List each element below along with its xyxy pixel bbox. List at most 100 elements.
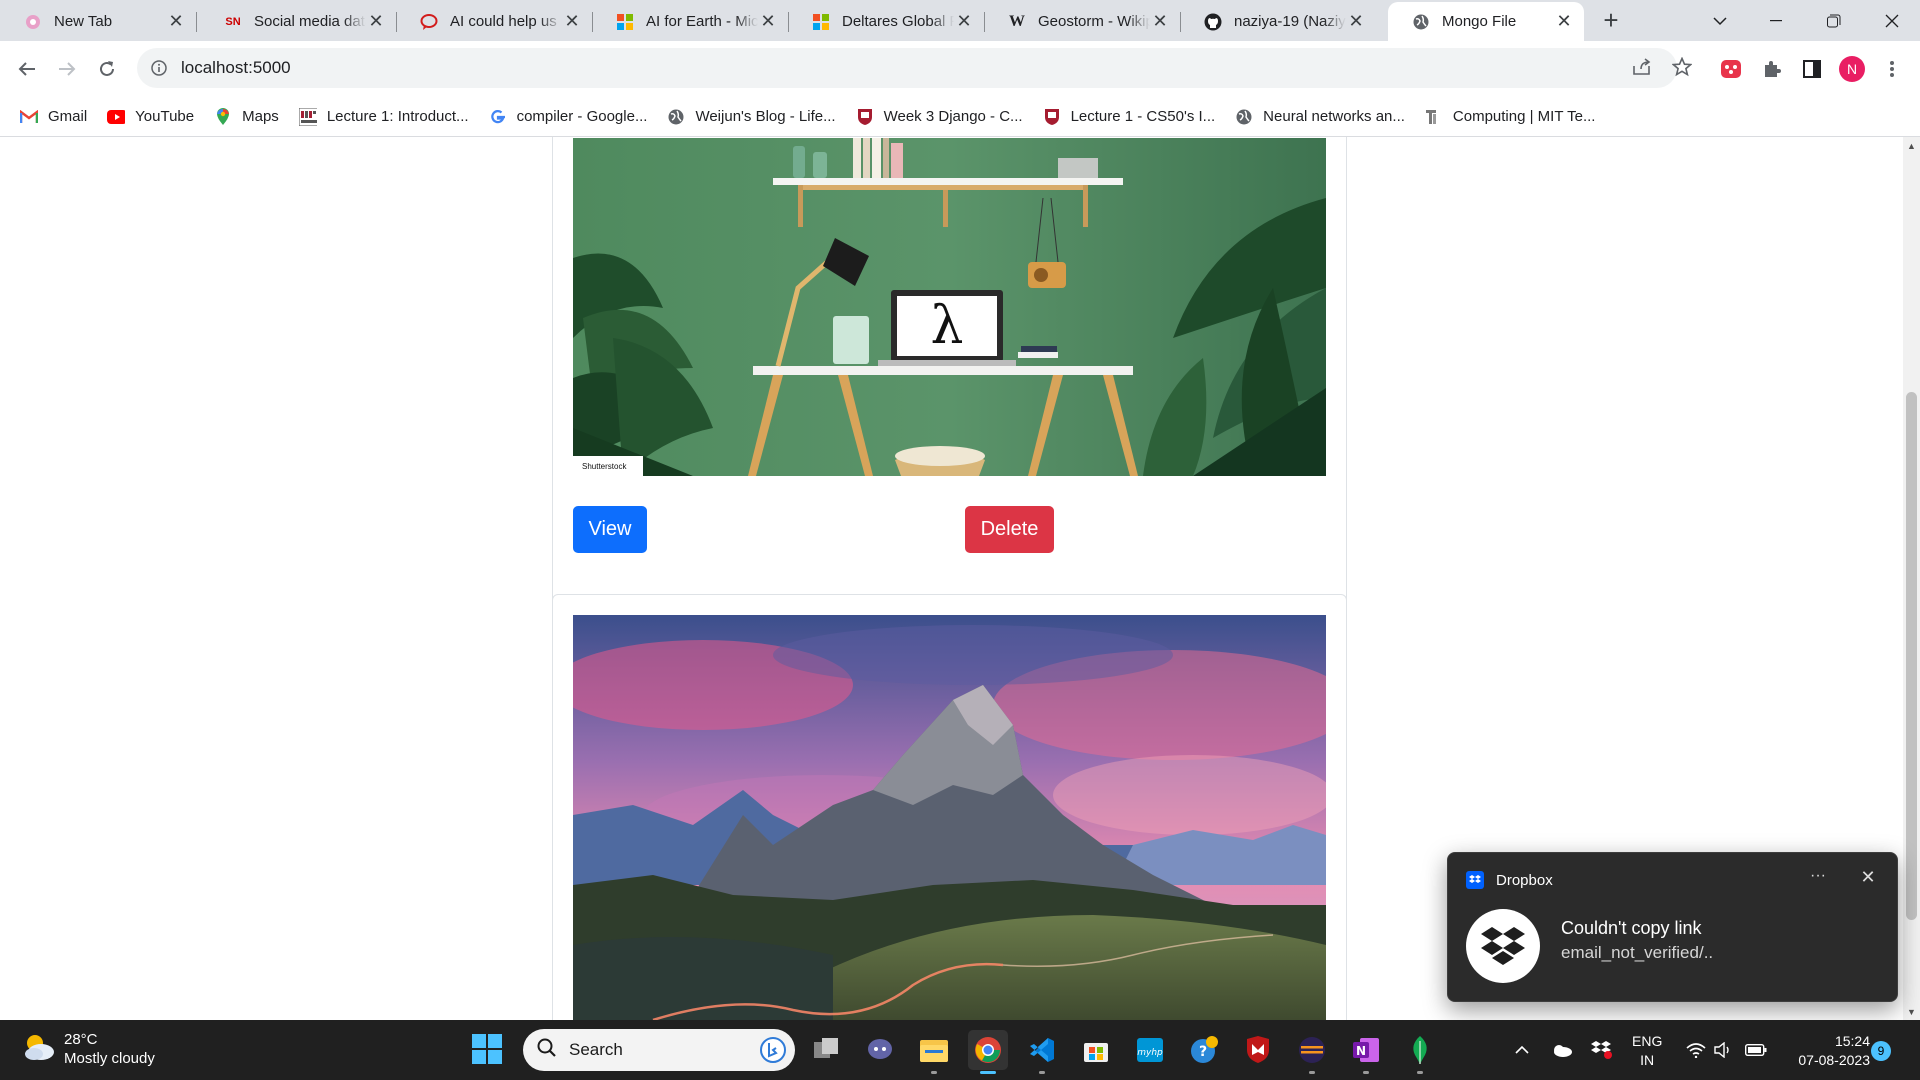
taskbar-search[interactable]: Search: [523, 1029, 795, 1071]
tab-new-tab[interactable]: New Tab ✕: [0, 2, 197, 41]
globe-icon: [667, 108, 685, 126]
address-bar[interactable]: localhost:5000: [137, 48, 1677, 88]
clock[interactable]: 15:24 07-08-2023: [1780, 1032, 1870, 1070]
delete-button[interactable]: Delete: [965, 506, 1054, 553]
vscode-icon[interactable]: [1022, 1030, 1062, 1074]
bookmark-lecture-1[interactable]: Lecture 1: Introduct...: [289, 102, 479, 132]
share-icon[interactable]: [1627, 52, 1657, 82]
restore-button[interactable]: [1806, 0, 1862, 41]
dropbox-tray-icon[interactable]: [1590, 1038, 1614, 1062]
tab-ai-for-earth[interactable]: AI for Earth - Micr ✕: [592, 2, 789, 41]
battery-icon[interactable]: [1744, 1038, 1768, 1062]
notification-count-badge[interactable]: 9: [1871, 1041, 1891, 1061]
wifi-icon[interactable]: [1684, 1038, 1708, 1062]
dropbox-notification[interactable]: Dropbox ··· ✕ Couldn't copy link email_n…: [1447, 852, 1898, 1002]
back-button[interactable]: [11, 53, 43, 85]
microsoft-store-icon[interactable]: [1076, 1030, 1116, 1070]
notification-header: Dropbox: [1466, 871, 1553, 889]
mcafee-icon[interactable]: [1238, 1030, 1278, 1070]
bookmark-gmail[interactable]: Gmail: [10, 102, 97, 132]
side-panel-icon[interactable]: [1796, 53, 1828, 85]
volume-icon[interactable]: [1712, 1038, 1736, 1062]
reload-button[interactable]: [91, 53, 123, 85]
bookmarks-bar: Gmail YouTube Maps Lecture 1: Introduct.…: [0, 97, 1920, 137]
watermark-text: Shutterstock: [582, 462, 627, 471]
weather-widget[interactable]: 28°C Mostly cloudy: [22, 1030, 155, 1068]
menu-kebab-icon[interactable]: [1876, 53, 1908, 85]
google-icon: [489, 108, 507, 126]
close-tab-icon[interactable]: ✕: [758, 11, 778, 32]
sn-icon: SN: [225, 15, 241, 28]
close-tab-icon[interactable]: ✕: [1554, 11, 1574, 32]
bookmark-week-3-django[interactable]: Week 3 Django - C...: [846, 102, 1033, 132]
mongodb-compass-icon[interactable]: [1400, 1030, 1440, 1074]
tab-ai-could-help[interactable]: AI could help us r ✕: [396, 2, 593, 41]
file-card: [552, 594, 1347, 1020]
taskbar: 28°C Mostly cloudy Search myhp ? N ENG I…: [0, 1020, 1920, 1080]
speech-bubble-icon: [420, 13, 438, 31]
teams-chat-icon[interactable]: [860, 1030, 900, 1070]
more-options-button[interactable]: ···: [1803, 867, 1833, 891]
close-tab-icon[interactable]: ✕: [954, 11, 974, 32]
onedrive-cloud-icon[interactable]: [1550, 1038, 1574, 1062]
bookmark-star-icon[interactable]: [1667, 52, 1697, 82]
extensions-puzzle-icon[interactable]: [1756, 53, 1788, 85]
maps-icon: [214, 107, 232, 126]
close-window-button[interactable]: [1864, 0, 1920, 41]
scroll-down-arrow-icon[interactable]: ▼: [1903, 1003, 1920, 1020]
bookmark-weijun-blog[interactable]: Weijun's Blog - Life...: [657, 102, 845, 132]
tab-deltares[interactable]: Deltares Global Fl ✕: [788, 2, 985, 41]
profile-avatar[interactable]: N: [1836, 53, 1868, 85]
tab-search-button[interactable]: [1692, 0, 1748, 41]
browser-toolbar: localhost:5000 N: [0, 41, 1920, 97]
extension-red-icon[interactable]: [1715, 53, 1747, 85]
scrollbar-thumb[interactable]: [1906, 392, 1917, 920]
new-tab-icon: [24, 13, 42, 31]
notification-title: Couldn't copy link: [1561, 918, 1702, 938]
windows-start-icon[interactable]: [472, 1034, 504, 1066]
tab-mongo-file[interactable]: Mongo File ✕: [1388, 2, 1584, 41]
new-tab-button[interactable]: +: [1598, 7, 1624, 34]
file-explorer-icon[interactable]: [914, 1030, 954, 1074]
onenote-icon[interactable]: N: [1346, 1030, 1386, 1074]
close-tab-icon[interactable]: ✕: [1150, 11, 1170, 32]
site-info-icon[interactable]: [149, 58, 169, 78]
gmail-icon: [20, 108, 38, 126]
get-help-icon[interactable]: ?: [1184, 1030, 1224, 1070]
view-button[interactable]: View: [573, 506, 647, 553]
tab-title: AI for Earth - Micr: [646, 13, 758, 30]
bookmark-lecture-1-cs50[interactable]: Lecture 1 - CS50's I...: [1033, 102, 1226, 132]
bookmark-compiler[interactable]: compiler - Google...: [479, 102, 658, 132]
myhp-icon[interactable]: myhp: [1130, 1030, 1170, 1070]
language-indicator[interactable]: ENG IN: [1632, 1032, 1662, 1070]
microsoft-icon: [812, 13, 830, 31]
close-tab-icon[interactable]: ✕: [366, 11, 386, 32]
search-icon: [537, 1038, 557, 1063]
tab-title: Mongo File: [1442, 13, 1517, 30]
bookmark-youtube[interactable]: YouTube: [97, 102, 204, 132]
mit-tr-icon: [1425, 108, 1443, 126]
bing-icon[interactable]: [759, 1036, 787, 1064]
show-hidden-icons-icon[interactable]: [1510, 1038, 1534, 1062]
page-scrollbar[interactable]: ▲ ▼: [1903, 137, 1920, 1020]
task-view-icon[interactable]: [806, 1030, 846, 1070]
scroll-up-arrow-icon[interactable]: ▲: [1903, 137, 1920, 154]
dropbox-logo-icon: [1466, 909, 1540, 983]
forward-button[interactable]: [51, 53, 83, 85]
close-notification-button[interactable]: ✕: [1856, 867, 1880, 891]
weather-temp: 28°C: [64, 1031, 98, 1048]
chrome-icon[interactable]: [968, 1030, 1008, 1074]
bookmark-neural-networks[interactable]: Neural networks an...: [1225, 102, 1415, 132]
eclipse-icon[interactable]: [1292, 1030, 1332, 1074]
tab-geostorm[interactable]: W Geostorm - Wikip ✕: [984, 2, 1181, 41]
close-tab-icon[interactable]: ✕: [562, 11, 582, 32]
svg-text:?: ?: [1199, 1044, 1207, 1060]
tab-github[interactable]: naziya-19 (Naziya ✕: [1180, 2, 1376, 41]
bookmark-computing-mit[interactable]: Computing | MIT Te...: [1415, 102, 1606, 132]
minimize-button[interactable]: [1748, 0, 1804, 41]
close-tab-icon[interactable]: ✕: [166, 11, 186, 32]
tab-social-media[interactable]: SN Social media data ✕: [200, 2, 397, 41]
close-tab-icon[interactable]: ✕: [1346, 11, 1366, 32]
search-placeholder: Search: [569, 1040, 623, 1059]
bookmark-maps[interactable]: Maps: [204, 102, 289, 132]
